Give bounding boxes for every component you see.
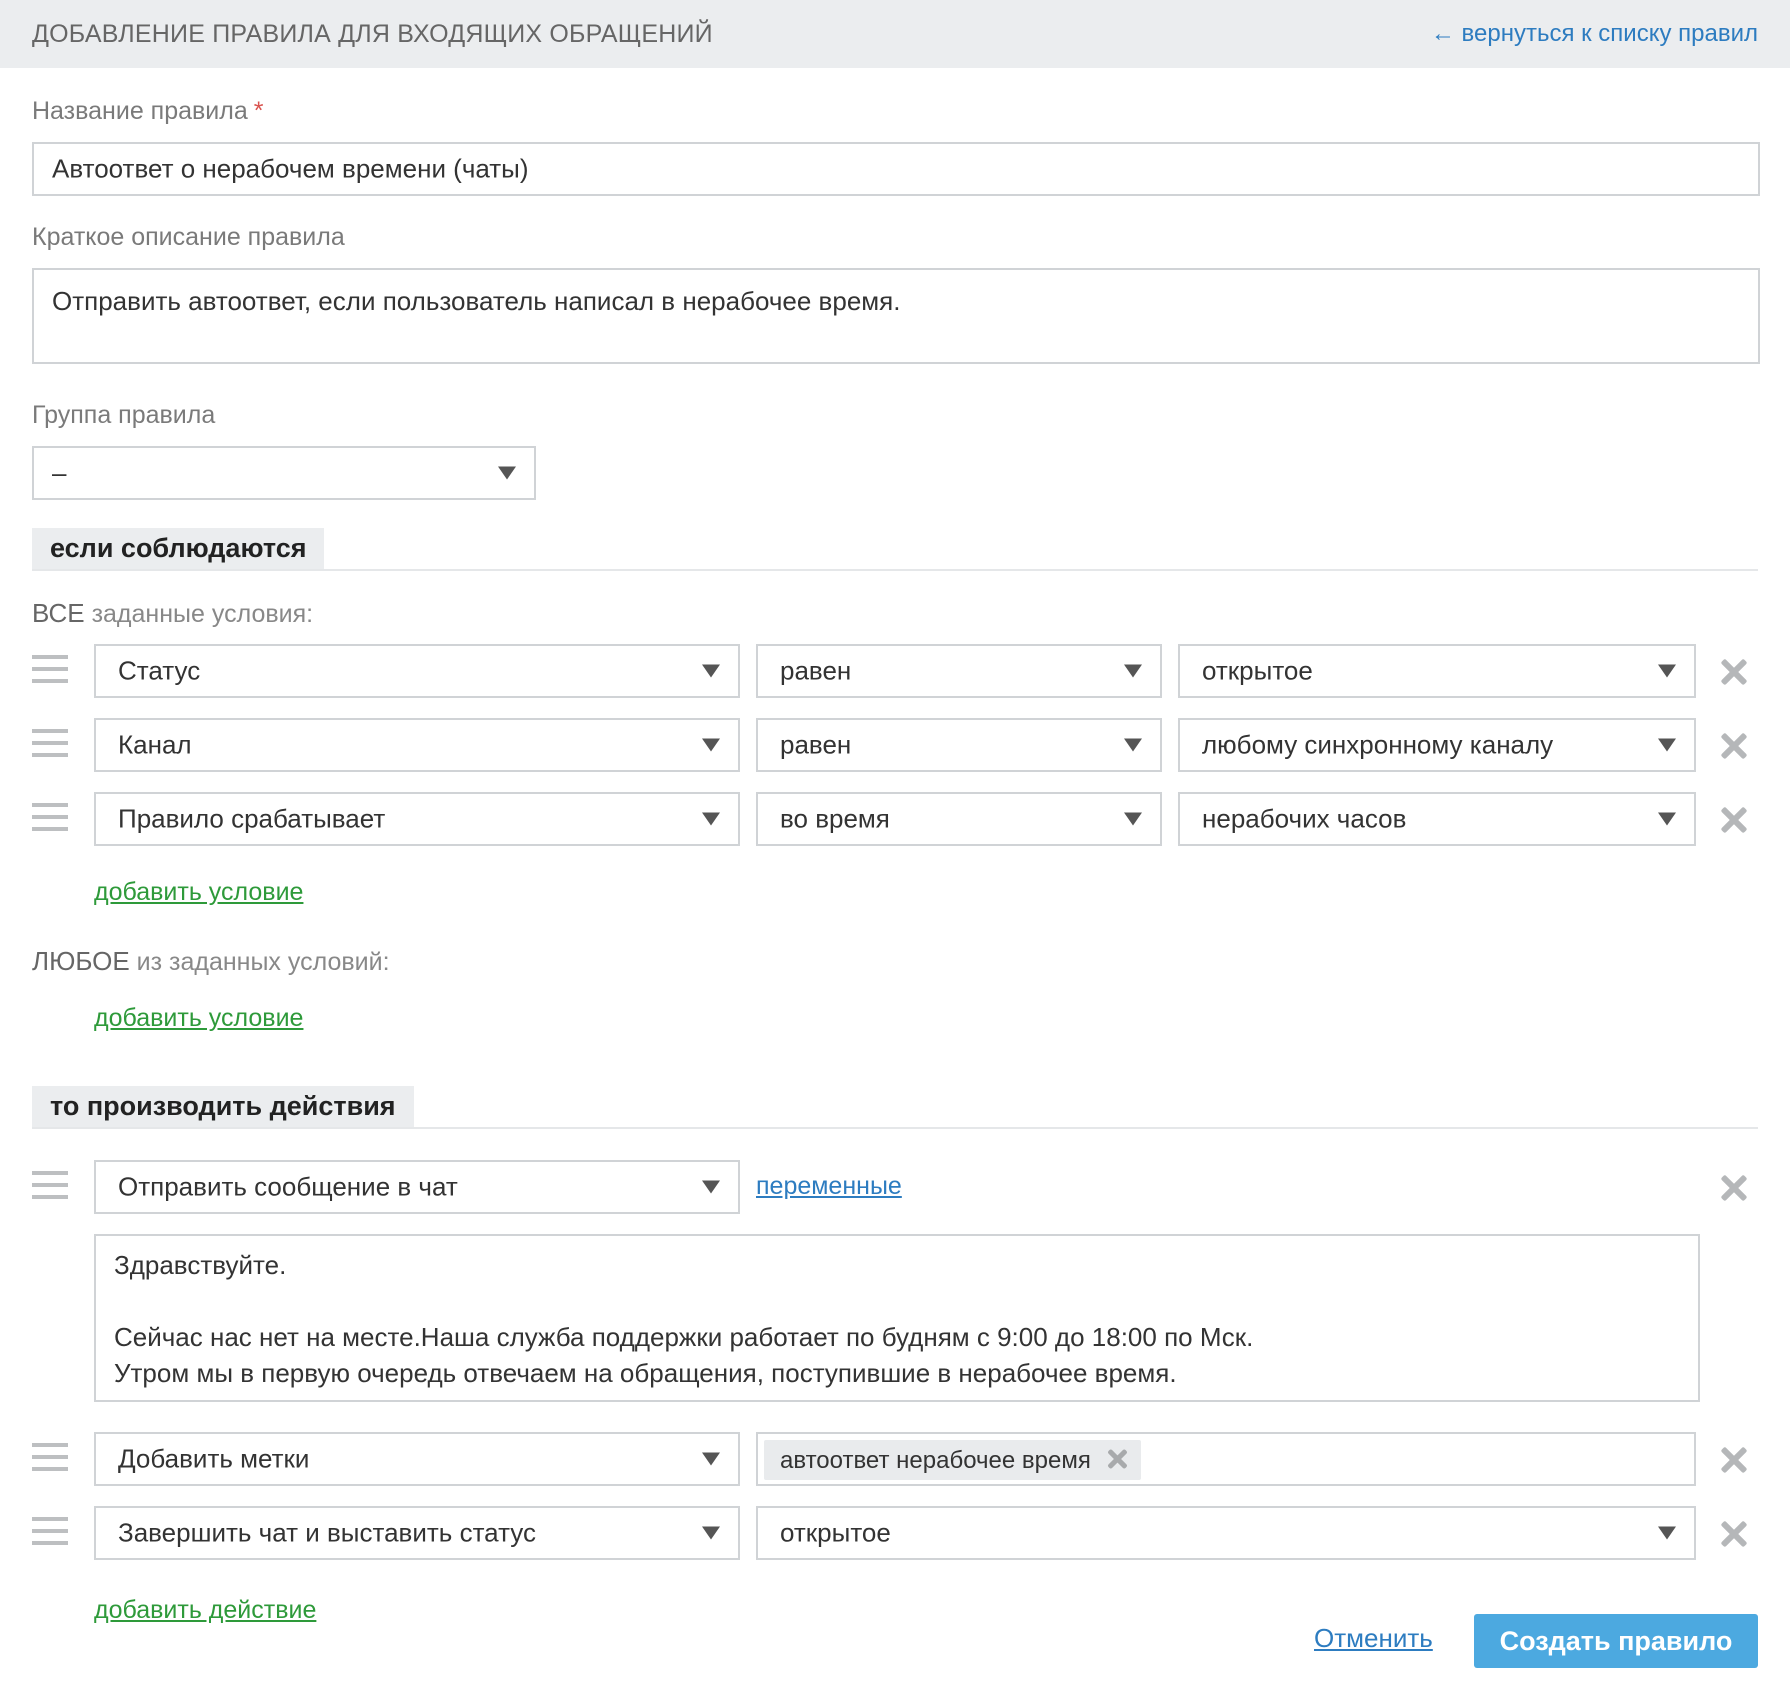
condition-field-select[interactable]: Канал (94, 718, 740, 772)
drag-handle-icon[interactable] (32, 1517, 68, 1545)
chevron-down-icon (1124, 738, 1142, 752)
drag-handle-icon[interactable] (32, 655, 68, 683)
condition-value-value: любому синхронному каналу (1202, 729, 1554, 760)
remove-tag-icon[interactable] (1107, 1448, 1129, 1470)
chevron-down-icon (702, 738, 720, 752)
remove-action-icon[interactable] (1720, 1446, 1748, 1474)
drag-handle-icon[interactable] (32, 1171, 68, 1199)
chevron-down-icon (1124, 664, 1142, 678)
page-header: ДОБАВЛЕНИЕ ПРАВИЛА ДЛЯ ВХОДЯЩИХ ОБРАЩЕНИ… (0, 0, 1790, 68)
add-condition-all-link[interactable]: добавить условие (94, 878, 303, 907)
action-type-select[interactable]: Добавить метки (94, 1432, 740, 1486)
required-mark: * (253, 97, 264, 125)
rule-name-label: Название правила * (32, 97, 263, 126)
divider (32, 1127, 1758, 1129)
action-type-value: Добавить метки (118, 1443, 310, 1474)
message-line: Утром мы в первую очередь отвечаем на об… (114, 1358, 1177, 1388)
add-action-link[interactable]: добавить действие (94, 1596, 316, 1625)
message-textarea[interactable]: Здравствуйте. Сейчас нас нет на месте.На… (94, 1234, 1700, 1402)
chevron-down-icon (1658, 664, 1676, 678)
remove-condition-icon[interactable] (1720, 732, 1748, 760)
condition-field-value: Правило срабатывает (118, 803, 386, 834)
drag-handle-icon[interactable] (32, 729, 68, 757)
condition-field-select[interactable]: Правило срабатывает (94, 792, 740, 846)
any-conditions-text: из заданных условий: (136, 948, 390, 976)
tags-input[interactable]: автоответ нерабочее время (756, 1432, 1696, 1486)
create-rule-button[interactable]: Создать правило (1474, 1614, 1758, 1668)
rule-group-select[interactable]: – (32, 446, 536, 500)
condition-operator-value: равен (780, 729, 852, 760)
drag-handle-icon[interactable] (32, 1443, 68, 1471)
condition-value-value: нерабочих часов (1202, 803, 1407, 834)
rule-name-value: Автоответ о нерабочем времени (чаты) (52, 153, 529, 184)
chevron-down-icon (1658, 1526, 1676, 1540)
condition-value-select[interactable]: любому синхронному каналу (1178, 718, 1696, 772)
condition-value-select[interactable]: нерабочих часов (1178, 792, 1696, 846)
remove-action-icon[interactable] (1720, 1520, 1748, 1548)
condition-operator-select[interactable]: равен (756, 718, 1162, 772)
chevron-down-icon (702, 1452, 720, 1466)
chevron-down-icon (702, 1180, 720, 1194)
status-value: открытое (780, 1517, 891, 1548)
chevron-down-icon (702, 1526, 720, 1540)
condition-operator-select[interactable]: во время (756, 792, 1162, 846)
chevron-down-icon (498, 466, 516, 480)
remove-condition-icon[interactable] (1720, 806, 1748, 834)
action-type-value: Отправить сообщение в чат (118, 1171, 458, 1202)
actions-section-title: то производить действия (32, 1086, 414, 1128)
rule-description-value: Отправить автоответ, если пользователь н… (52, 286, 901, 316)
condition-value-select[interactable]: открытое (1178, 644, 1696, 698)
rule-description-textarea[interactable]: Отправить автоответ, если пользователь н… (32, 268, 1760, 364)
conditions-section-title: если соблюдаются (32, 528, 325, 570)
condition-field-value: Канал (118, 729, 192, 760)
tag-chip: автоответ нерабочее время (764, 1440, 1141, 1480)
condition-field-select[interactable]: Статус (94, 644, 740, 698)
divider (32, 569, 1758, 571)
rule-description-label: Краткое описание правила (32, 223, 345, 251)
any-keyword: ЛЮБОЕ (32, 946, 130, 976)
condition-operator-select[interactable]: равен (756, 644, 1162, 698)
condition-operator-value: во время (780, 803, 890, 834)
condition-operator-value: равен (780, 655, 852, 686)
rule-name-input[interactable]: Автоответ о нерабочем времени (чаты) (32, 142, 1760, 196)
chevron-down-icon (702, 664, 720, 678)
chevron-down-icon (702, 812, 720, 826)
remove-condition-icon[interactable] (1720, 658, 1748, 686)
rule-name-label-text: Название правила (32, 97, 248, 125)
tag-label: автоответ нерабочее время (780, 1447, 1091, 1474)
action-type-select[interactable]: Отправить сообщение в чат (94, 1160, 740, 1214)
all-conditions-label: ВСЕ заданные условия: (32, 598, 313, 629)
back-to-rules-link[interactable]: ← вернуться к списку правил (1431, 20, 1758, 48)
message-line: Сейчас нас нет на месте.Наша служба подд… (114, 1322, 1254, 1352)
chevron-down-icon (1124, 812, 1142, 826)
add-condition-any-link[interactable]: добавить условие (94, 1004, 303, 1033)
all-keyword: ВСЕ (32, 598, 85, 628)
action-type-value: Завершить чат и выставить статус (118, 1517, 536, 1548)
chevron-down-icon (1658, 812, 1676, 826)
condition-value-value: открытое (1202, 655, 1313, 686)
rule-group-value: – (52, 457, 67, 488)
variables-link[interactable]: переменные (756, 1172, 902, 1201)
drag-handle-icon[interactable] (32, 803, 68, 831)
all-conditions-text: заданные условия: (91, 600, 314, 628)
rule-group-label: Группа правила (32, 401, 216, 429)
cancel-link[interactable]: Отменить (1314, 1623, 1433, 1654)
action-type-select[interactable]: Завершить чат и выставить статус (94, 1506, 740, 1560)
condition-field-value: Статус (118, 655, 201, 686)
any-conditions-label: ЛЮБОЕ из заданных условий: (32, 946, 390, 977)
status-select[interactable]: открытое (756, 1506, 1696, 1560)
message-line: Здравствуйте. (114, 1250, 287, 1280)
remove-action-icon[interactable] (1720, 1174, 1748, 1202)
chevron-down-icon (1658, 738, 1676, 752)
page-title: ДОБАВЛЕНИЕ ПРАВИЛА ДЛЯ ВХОДЯЩИХ ОБРАЩЕНИ… (32, 20, 713, 48)
